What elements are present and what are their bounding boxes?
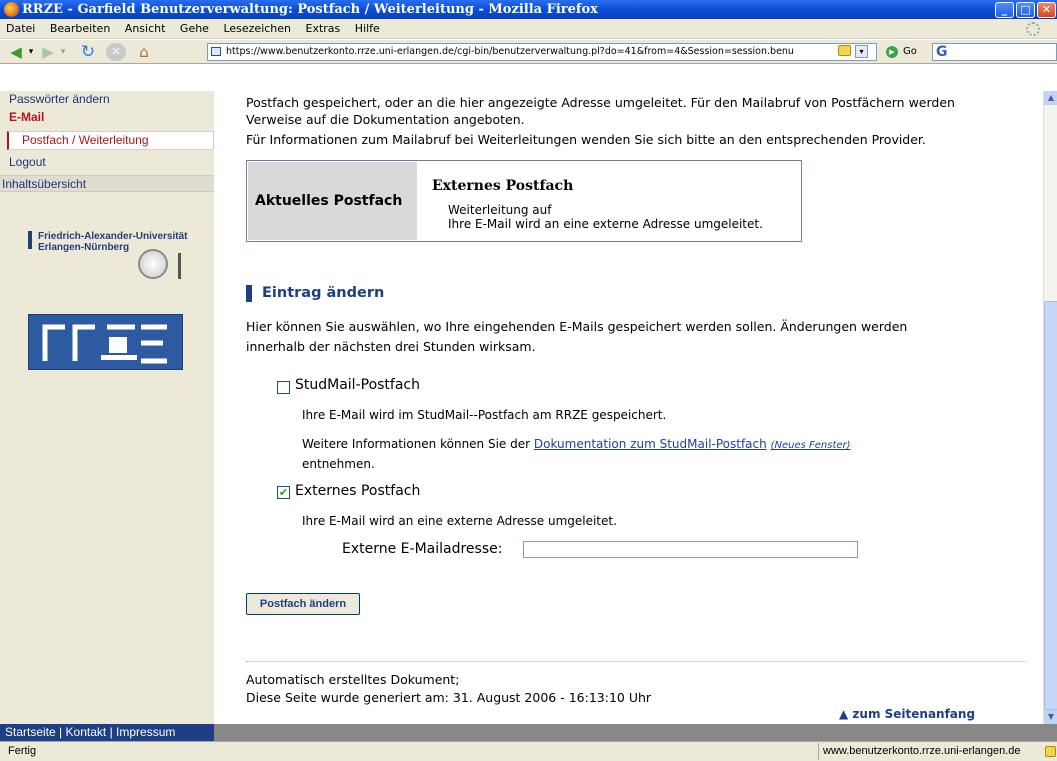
new-window-link[interactable]: (Neues Fenster) bbox=[771, 440, 851, 451]
navigation-toolbar: ◀ ▾ ▶ ▾ ↻ ✕ ⌂ https://www.benutzerkonto.… bbox=[0, 40, 1057, 64]
fau-logo-line bbox=[178, 253, 181, 279]
forward-icon[interactable]: ▶ bbox=[38, 43, 58, 61]
rrze-logo-graphic bbox=[42, 324, 167, 364]
rrze-logo[interactable] bbox=[28, 314, 183, 370]
footer-text: Diese Seite wurde generiert am: 31. Augu… bbox=[246, 690, 652, 705]
description-text: innerhalb der nächsten drei Stunden wirk… bbox=[246, 339, 536, 354]
status-bar: Fertig www.benutzerkonto.rrze.uni-erlang… bbox=[0, 741, 1057, 761]
status-host: www.benutzerkonto.rrze.uni-erlangen.de bbox=[818, 743, 1042, 760]
sidebar-item-postfach[interactable]: Postfach / Weiterleitung bbox=[7, 131, 214, 150]
arrow-up-icon: ▲ bbox=[839, 707, 849, 721]
studmail-checkbox[interactable] bbox=[277, 381, 290, 394]
footer-text: Automatisch erstelltes Dokument; bbox=[246, 672, 460, 687]
sidebar: Passwörter ändern E-Mail Postfach / Weit… bbox=[0, 91, 214, 724]
horizontal-scrollbar[interactable] bbox=[214, 724, 1057, 741]
fau-logo-bar bbox=[28, 231, 32, 249]
studmail-label[interactable]: StudMail-Postfach bbox=[295, 377, 420, 394]
section-heading: Eintrag ändern bbox=[262, 285, 385, 301]
menu-lesezeichen[interactable]: Lesezeichen bbox=[223, 22, 291, 35]
url-input[interactable]: https://www.benutzerkonto.rrze.uni-erlan… bbox=[207, 43, 877, 61]
reload-icon[interactable]: ↻ bbox=[77, 43, 99, 61]
fau-seal-icon bbox=[138, 249, 168, 279]
fau-logo[interactable]: Friedrich-Alexander-Universität Erlangen… bbox=[28, 231, 198, 283]
external-description: Ihre E-Mail wird an eine externe Adresse… bbox=[302, 514, 617, 528]
current-mailbox-line: Ihre E-Mail wird an eine externe Adresse… bbox=[448, 217, 763, 231]
external-checkbox[interactable]: ✔ bbox=[277, 486, 290, 499]
external-address-input[interactable] bbox=[523, 541, 858, 558]
studmail-doc-link[interactable]: Dokumentation zum StudMail-Postfach bbox=[534, 437, 767, 451]
intro-text: Verweise auf die Dokumentation angeboten… bbox=[246, 112, 525, 127]
maximize-button[interactable]: □ bbox=[1016, 2, 1035, 18]
stop-icon[interactable]: ✕ bbox=[106, 43, 126, 61]
contact-link[interactable]: Kontakt bbox=[66, 725, 107, 739]
menu-hilfe[interactable]: Hilfe bbox=[355, 22, 380, 35]
throbber-icon bbox=[1026, 22, 1040, 36]
menu-bearbeiten[interactable]: Bearbeiten bbox=[50, 22, 110, 35]
current-mailbox-title: Externes Postfach bbox=[432, 178, 574, 194]
sidebar-item-logout[interactable]: Logout bbox=[0, 154, 214, 171]
fau-logo-text: Friedrich-Alexander-Universität Erlangen… bbox=[38, 231, 188, 253]
menu-ansicht[interactable]: Ansicht bbox=[125, 22, 166, 35]
browser-window: RRZE - Garfield Benutzerverwaltung: Post… bbox=[0, 0, 1057, 761]
main-content: Postfach gespeichert, oder an die hier a… bbox=[214, 91, 1043, 724]
studmail-info: Weitere Informationen können Sie der Dok… bbox=[302, 437, 851, 451]
home-icon[interactable]: ⌂ bbox=[133, 43, 155, 61]
url-dropdown-icon[interactable]: ▾ bbox=[855, 45, 868, 58]
scroll-down-icon[interactable]: ▼ bbox=[1044, 710, 1057, 724]
imprint-link[interactable]: Impressum bbox=[116, 725, 175, 739]
menu-datei[interactable]: Datei bbox=[6, 22, 35, 35]
studmail-info-suffix: entnehmen. bbox=[302, 457, 375, 471]
site-icon bbox=[211, 47, 221, 56]
window-title: RRZE - Garfield Benutzerverwaltung: Post… bbox=[22, 2, 598, 17]
menu-extras[interactable]: Extras bbox=[306, 22, 341, 35]
minimize-button[interactable]: _ bbox=[995, 2, 1014, 18]
status-text: Fertig bbox=[8, 745, 37, 757]
external-label[interactable]: Externes Postfach bbox=[295, 483, 420, 500]
google-icon: G bbox=[936, 44, 948, 60]
close-button[interactable]: ✕ bbox=[1037, 2, 1056, 18]
sidebar-item-email[interactable]: E-Mail bbox=[0, 109, 214, 126]
firefox-icon bbox=[4, 2, 19, 17]
section-marker bbox=[246, 285, 252, 302]
current-mailbox-line: Weiterleitung auf bbox=[448, 203, 552, 217]
go-icon[interactable]: ▶ bbox=[886, 46, 898, 58]
back-icon[interactable]: ◀ bbox=[6, 43, 26, 61]
url-text: https://www.benutzerkonto.rrze.uni-erlan… bbox=[226, 46, 794, 57]
scroll-thumb[interactable] bbox=[1044, 301, 1057, 710]
search-input[interactable]: G bbox=[932, 43, 1057, 61]
start-link[interactable]: Startseite bbox=[5, 725, 56, 739]
menu-gehe[interactable]: Gehe bbox=[180, 22, 209, 35]
title-bar: RRZE - Garfield Benutzerverwaltung: Post… bbox=[0, 0, 1057, 19]
bottom-navigation: Startseite | Kontakt | Impressum bbox=[0, 724, 214, 741]
menu-bar: Datei Bearbeiten Ansicht Gehe Lesezeiche… bbox=[0, 19, 1057, 39]
studmail-description: Ihre E-Mail wird im StudMail--Postfach a… bbox=[302, 408, 667, 422]
lock-icon[interactable] bbox=[838, 45, 851, 56]
current-mailbox-box: Aktuelles Postfach Externes Postfach Wei… bbox=[246, 160, 802, 242]
intro-text: Für Informationen zum Mailabruf bei Weit… bbox=[246, 132, 926, 147]
sidebar-item-contents[interactable]: Inhaltsübersicht bbox=[0, 175, 214, 192]
forward-dropdown-icon[interactable]: ▾ bbox=[59, 43, 67, 61]
lock-icon[interactable] bbox=[1045, 746, 1056, 757]
current-mailbox-label: Aktuelles Postfach bbox=[248, 162, 417, 240]
footer-divider bbox=[246, 661, 1026, 662]
change-mailbox-button[interactable]: Postfach ändern bbox=[246, 593, 360, 615]
description-text: Hier können Sie auswählen, wo Ihre einge… bbox=[246, 319, 908, 334]
back-to-top-link[interactable]: ▲ zum Seitenanfang bbox=[839, 707, 975, 721]
external-address-label: Externe E-Mailadresse: bbox=[342, 541, 503, 557]
vertical-scrollbar[interactable]: ▲ ▼ bbox=[1043, 91, 1057, 724]
back-dropdown-icon[interactable]: ▾ bbox=[27, 43, 35, 61]
go-button[interactable]: Go bbox=[903, 46, 917, 57]
scroll-up-icon[interactable]: ▲ bbox=[1044, 91, 1057, 105]
intro-text: Postfach gespeichert, oder an die hier a… bbox=[246, 95, 955, 110]
sidebar-item-passwords[interactable]: Passwörter ändern bbox=[0, 91, 214, 108]
